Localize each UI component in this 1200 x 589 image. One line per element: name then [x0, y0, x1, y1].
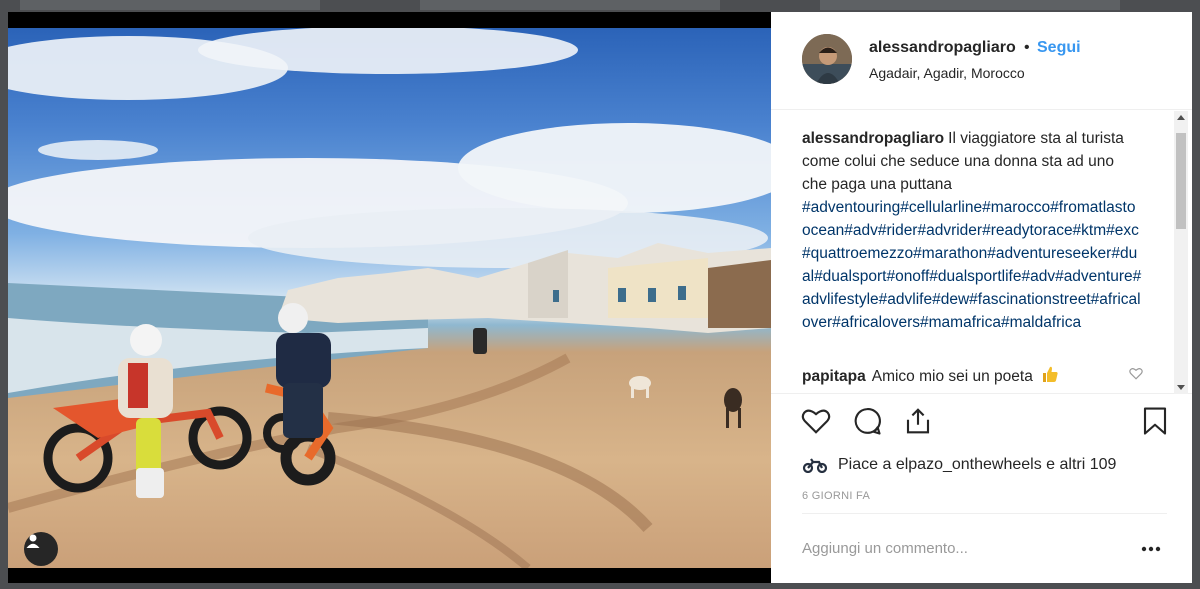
save-button[interactable]: [1138, 404, 1172, 438]
follow-button[interactable]: Segui: [1037, 39, 1081, 57]
ellipsis-icon: [1141, 546, 1161, 552]
post-media-frame: [8, 12, 771, 583]
comment-text: Amico mio sei un poeta: [871, 368, 1033, 385]
post-actions: [771, 404, 1192, 444]
comment-input[interactable]: [802, 535, 1122, 561]
user-tag-icon: [26, 534, 40, 548]
divider: [802, 513, 1167, 514]
beach-scene-illustration: [8, 28, 771, 568]
like-button[interactable]: [799, 404, 833, 438]
post-location[interactable]: Agadair, Agadir, Morocco: [869, 65, 1025, 81]
scroll-down-arrow[interactable]: [1177, 385, 1185, 390]
comment-item: papitapa Amico mio sei un poeta: [802, 365, 1059, 386]
header-separator: •: [1024, 39, 1030, 56]
share-icon: [906, 408, 930, 434]
likes-text[interactable]: Piace a elpazo_onthewheels e altri 109: [838, 456, 1116, 474]
small-heart-icon: [1129, 368, 1143, 380]
comments-scrollbar[interactable]: [1174, 111, 1188, 394]
scroll-up-arrow[interactable]: [1177, 115, 1185, 120]
user-tag-button[interactable]: [24, 532, 58, 566]
caption-username[interactable]: alessandropagliaro: [802, 130, 944, 147]
comment-like-button[interactable]: [1129, 367, 1143, 385]
speech-bubble-icon: [854, 408, 881, 435]
post-detail-panel: alessandropagliaro • Segui Agadair, Agad…: [771, 12, 1192, 583]
bookmark-icon: [1143, 407, 1167, 435]
likes-summary[interactable]: Piace a elpazo_onthewheels e altri 109: [802, 454, 1116, 476]
post-author-username[interactable]: alessandropagliaro: [869, 39, 1016, 57]
caption-hashtags[interactable]: #adventouring#cellularline#marocco#froma…: [802, 199, 1141, 331]
scroll-thumb[interactable]: [1176, 133, 1186, 229]
avatar[interactable]: [802, 34, 852, 84]
post-caption: alessandropagliaro Il viaggiatore sta al …: [802, 127, 1142, 334]
post-date[interactable]: 6 GIORNI FA: [802, 490, 870, 502]
add-comment-section: [771, 513, 1192, 583]
heart-icon: [801, 409, 831, 434]
comment-username[interactable]: papitapa: [802, 368, 866, 385]
post-header: alessandropagliaro • Segui Agadair, Agad…: [771, 12, 1192, 110]
thumbs-up-icon: [1043, 366, 1058, 382]
share-button[interactable]: [901, 404, 935, 438]
post-photo[interactable]: [8, 28, 771, 568]
more-options-button[interactable]: [1141, 539, 1161, 557]
liker-avatar-icon: [802, 458, 828, 473]
comments-list[interactable]: alessandropagliaro Il viaggiatore sta al …: [771, 111, 1192, 394]
comment-button[interactable]: [850, 404, 884, 438]
avatar-photo: [802, 34, 852, 84]
